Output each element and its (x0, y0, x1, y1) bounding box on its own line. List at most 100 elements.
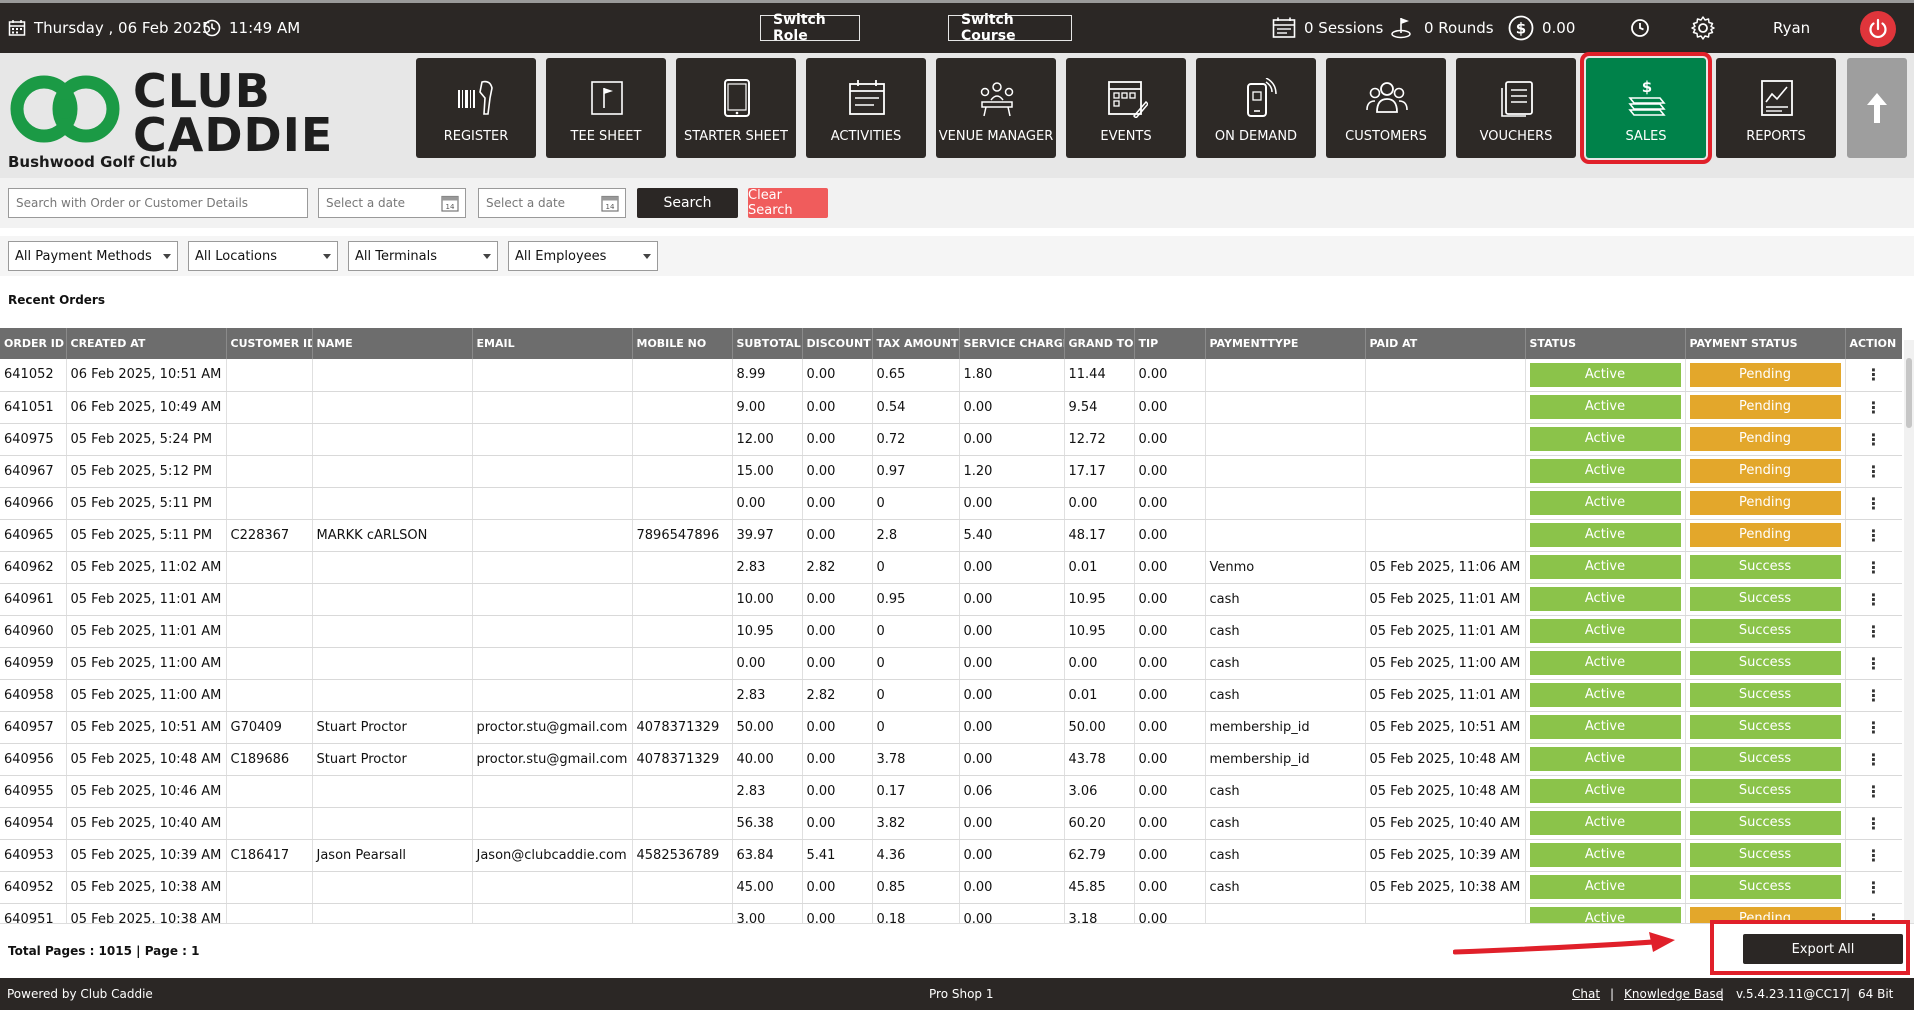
column-header[interactable]: GRAND TO (1064, 328, 1135, 359)
row-action-menu-icon[interactable]: ⋮ (1845, 359, 1902, 392)
logout-button[interactable] (1860, 11, 1896, 47)
column-header[interactable]: ORDER ID (0, 328, 67, 359)
column-header[interactable]: CREATED AT (66, 328, 227, 359)
table-row[interactable]: 640966 05 Feb 2025, 5:11 PM 0.00 0.00 0 0.00 0… (0, 487, 1902, 520)
table-row[interactable]: 640951 05 Feb 2025, 10:38 AM 3.00 0.00 0.18 0… (0, 903, 1902, 923)
row-action-menu-icon[interactable]: ⋮ (1845, 711, 1902, 744)
table-row[interactable]: 640975 05 Feb 2025, 5:24 PM 12.00 0.00 0.72 0… (0, 423, 1902, 456)
table-row[interactable]: 640962 05 Feb 2025, 11:02 AM 2.83 2.82 0 0.00… (0, 551, 1902, 584)
status-cell: Active (1525, 871, 1686, 904)
calendar-picker-icon[interactable]: 14 (441, 194, 459, 212)
table-row[interactable]: 640956 05 Feb 2025, 10:48 AM C189686 Stuart… (0, 743, 1902, 776)
row-action-menu-icon[interactable]: ⋮ (1845, 487, 1902, 520)
column-header[interactable]: EMAIL (472, 328, 633, 359)
table-row[interactable]: 640965 05 Feb 2025, 5:11 PM C228367 MARKK c… (0, 519, 1902, 552)
nav-tile-starter-sheet[interactable]: STARTER SHEET (676, 58, 796, 158)
chat-link[interactable]: Chat (1572, 978, 1600, 1010)
user-menu[interactable]: Ryan (1773, 3, 1810, 53)
export-all-button[interactable]: Export All (1743, 934, 1903, 964)
row-action-menu-icon[interactable]: ⋮ (1845, 775, 1902, 808)
column-header[interactable]: ACTION (1845, 328, 1902, 359)
nav-tile-venue-manager[interactable]: VENUE MANAGER (936, 58, 1056, 158)
nav-tile-reports[interactable]: REPORTS (1716, 58, 1836, 158)
table-scrollbar[interactable] (1904, 340, 1914, 930)
column-header[interactable]: PAYMENTTYPE (1205, 328, 1366, 359)
row-action-menu-icon[interactable]: ⋮ (1845, 391, 1902, 424)
nav-tile-tee-sheet[interactable]: TEE SHEET (546, 58, 666, 158)
terminals-select[interactable]: All Terminals (348, 241, 498, 271)
row-action-menu-icon[interactable]: ⋮ (1845, 743, 1902, 776)
table-cell: 05 Feb 2025, 11:06 AM (1365, 551, 1526, 584)
switch-course-button[interactable]: Switch Course (948, 12, 1072, 44)
date-to-field[interactable]: Select a date 14 (478, 188, 626, 218)
column-header[interactable]: PAID AT (1365, 328, 1526, 359)
column-header[interactable]: PAYMENT STATUS (1685, 328, 1846, 359)
nav-tile-sales[interactable]: $ SALES (1580, 52, 1712, 164)
payment-methods-value: All Payment Methods (15, 248, 152, 264)
settings-button[interactable] (1690, 3, 1716, 53)
nav-tile-events[interactable]: EVENTS (1066, 58, 1186, 158)
table-row[interactable]: 640952 05 Feb 2025, 10:38 AM 45.00 0.00 0.85… (0, 871, 1902, 904)
table-row[interactable]: 640953 05 Feb 2025, 10:39 AM C186417 Jason … (0, 839, 1902, 872)
table-cell: 0.01 (1064, 551, 1135, 584)
bitness-text: 64 Bit (1858, 987, 1894, 1001)
table-row[interactable]: 640958 05 Feb 2025, 11:00 AM 2.83 2.82 0 0.00… (0, 679, 1902, 712)
table-row[interactable]: 640967 05 Feb 2025, 5:12 PM 15.00 0.00 0.97 1… (0, 455, 1902, 488)
payment-methods-select[interactable]: All Payment Methods (8, 241, 178, 271)
search-input[interactable]: Search with Order or Customer Details (8, 188, 308, 218)
header-nav: CLUB CADDIE Bushwood Golf Club REGISTER T… (0, 52, 1914, 178)
nav-tile-register[interactable]: REGISTER (416, 58, 536, 158)
scrollbar-thumb[interactable] (1906, 358, 1912, 428)
column-header[interactable]: DISCOUNT (802, 328, 873, 359)
column-header[interactable]: NAME (312, 328, 473, 359)
nav-tile-vouchers[interactable]: VOUCHERS (1456, 58, 1576, 158)
date-from-field[interactable]: Select a date 14 (318, 188, 466, 218)
row-action-menu-icon[interactable]: ⋮ (1845, 551, 1902, 584)
row-action-menu-icon[interactable]: ⋮ (1845, 519, 1902, 552)
row-action-menu-icon[interactable]: ⋮ (1845, 679, 1902, 712)
table-row[interactable]: 640954 05 Feb 2025, 10:40 AM 56.38 0.00 3.82… (0, 807, 1902, 840)
table-cell (312, 455, 473, 488)
sessions-indicator[interactable]: 0 Sessions (1272, 3, 1383, 53)
scroll-up-button[interactable] (1847, 58, 1907, 158)
nav-tile-customers[interactable]: CUSTOMERS (1326, 58, 1446, 158)
column-header[interactable]: MOBILE NO (632, 328, 733, 359)
employees-select[interactable]: All Employees (508, 241, 658, 271)
nav-tile-on-demand[interactable]: ON DEMAND (1196, 58, 1316, 158)
table-cell: 0.00 (959, 391, 1065, 424)
column-header[interactable]: TIP (1134, 328, 1206, 359)
table-row[interactable]: 641052 06 Feb 2025, 10:51 AM 8.99 0.00 0.65 1… (0, 359, 1902, 392)
table-cell: 12.72 (1064, 423, 1135, 456)
knowledge-base-link[interactable]: Knowledge Base (1624, 978, 1723, 1010)
column-header[interactable]: STATUS (1525, 328, 1686, 359)
row-action-menu-icon[interactable]: ⋮ (1845, 423, 1902, 456)
table-row[interactable]: 640961 05 Feb 2025, 11:01 AM 10.00 0.00 0.95… (0, 583, 1902, 616)
column-header[interactable]: TAX AMOUNT (872, 328, 960, 359)
locations-select[interactable]: All Locations (188, 241, 338, 271)
column-header[interactable]: CUSTOMER ID (226, 328, 313, 359)
row-action-menu-icon[interactable]: ⋮ (1845, 839, 1902, 872)
balance-indicator[interactable]: $ 0.00 (1508, 3, 1575, 53)
table-row[interactable]: 640957 05 Feb 2025, 10:51 AM G70409 Stuart … (0, 711, 1902, 744)
row-action-menu-icon[interactable]: ⋮ (1845, 583, 1902, 616)
nav-tile-activities[interactable]: ACTIVITIES (806, 58, 926, 158)
calendar-picker-icon[interactable]: 14 (601, 194, 619, 212)
table-row[interactable]: 640960 05 Feb 2025, 11:01 AM 10.95 0.00 0 0.0… (0, 615, 1902, 648)
row-action-menu-icon[interactable]: ⋮ (1845, 647, 1902, 680)
row-action-menu-icon[interactable]: ⋮ (1845, 455, 1902, 488)
status-cell: Active (1525, 583, 1686, 616)
table-row[interactable]: 641051 06 Feb 2025, 10:49 AM 9.00 0.00 0.54 0… (0, 391, 1902, 424)
column-header[interactable]: SERVICE CHARGE (959, 328, 1065, 359)
table-row[interactable]: 640959 05 Feb 2025, 11:00 AM 0.00 0.00 0 0.00… (0, 647, 1902, 680)
history-button[interactable] (1630, 3, 1650, 53)
clear-search-button[interactable]: Clear Search (748, 188, 828, 218)
table-cell: 3.06 (1064, 775, 1135, 808)
switch-role-button[interactable]: Switch Role (760, 12, 860, 44)
rounds-indicator[interactable]: 0 Rounds (1390, 3, 1494, 53)
row-action-menu-icon[interactable]: ⋮ (1845, 807, 1902, 840)
row-action-menu-icon[interactable]: ⋮ (1845, 871, 1902, 904)
row-action-menu-icon[interactable]: ⋮ (1845, 615, 1902, 648)
column-header[interactable]: SUBTOTAL (732, 328, 803, 359)
search-button[interactable]: Search (637, 188, 738, 218)
table-row[interactable]: 640955 05 Feb 2025, 10:46 AM 2.83 0.00 0.17 0… (0, 775, 1902, 808)
